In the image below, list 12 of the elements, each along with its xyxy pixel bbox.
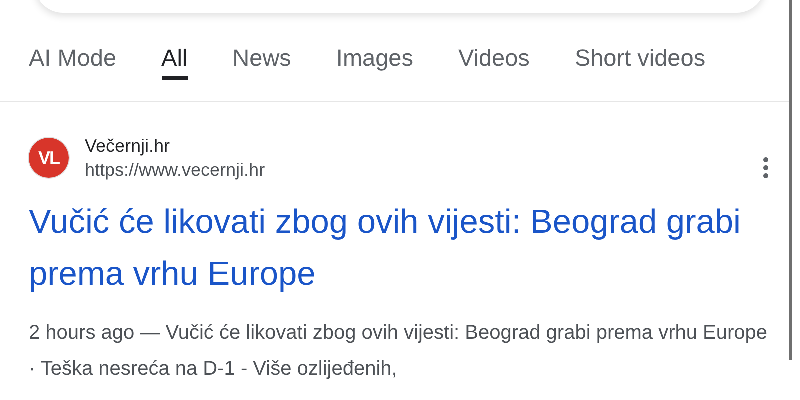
search-tab[interactable]: Images xyxy=(336,37,414,80)
search-tab[interactable]: Videos xyxy=(458,37,530,80)
search-tab[interactable]: Short videos xyxy=(574,37,706,80)
site-url: https://www.vecernji.hr xyxy=(85,159,266,182)
result-title-link[interactable]: Vučić će likovati zbog ovih vijesti: Beograd grabi prema vrhu Europe xyxy=(29,197,749,301)
result-snippet: 2 hours ago — Vučić će likovati zbog ovih vijesti: Beograd grabi prema vrhu Europe · Teška nesreća na D-1 - Više ozlijeđenih, xyxy=(29,321,769,382)
more-icon[interactable] xyxy=(763,157,769,179)
site-name: Večernji.hr xyxy=(85,135,172,158)
search-tab[interactable]: All xyxy=(162,37,188,80)
search-tab[interactable]: News xyxy=(232,37,292,80)
search-tab[interactable]: AI Mode xyxy=(29,37,117,80)
site-logo: VL xyxy=(29,138,69,178)
